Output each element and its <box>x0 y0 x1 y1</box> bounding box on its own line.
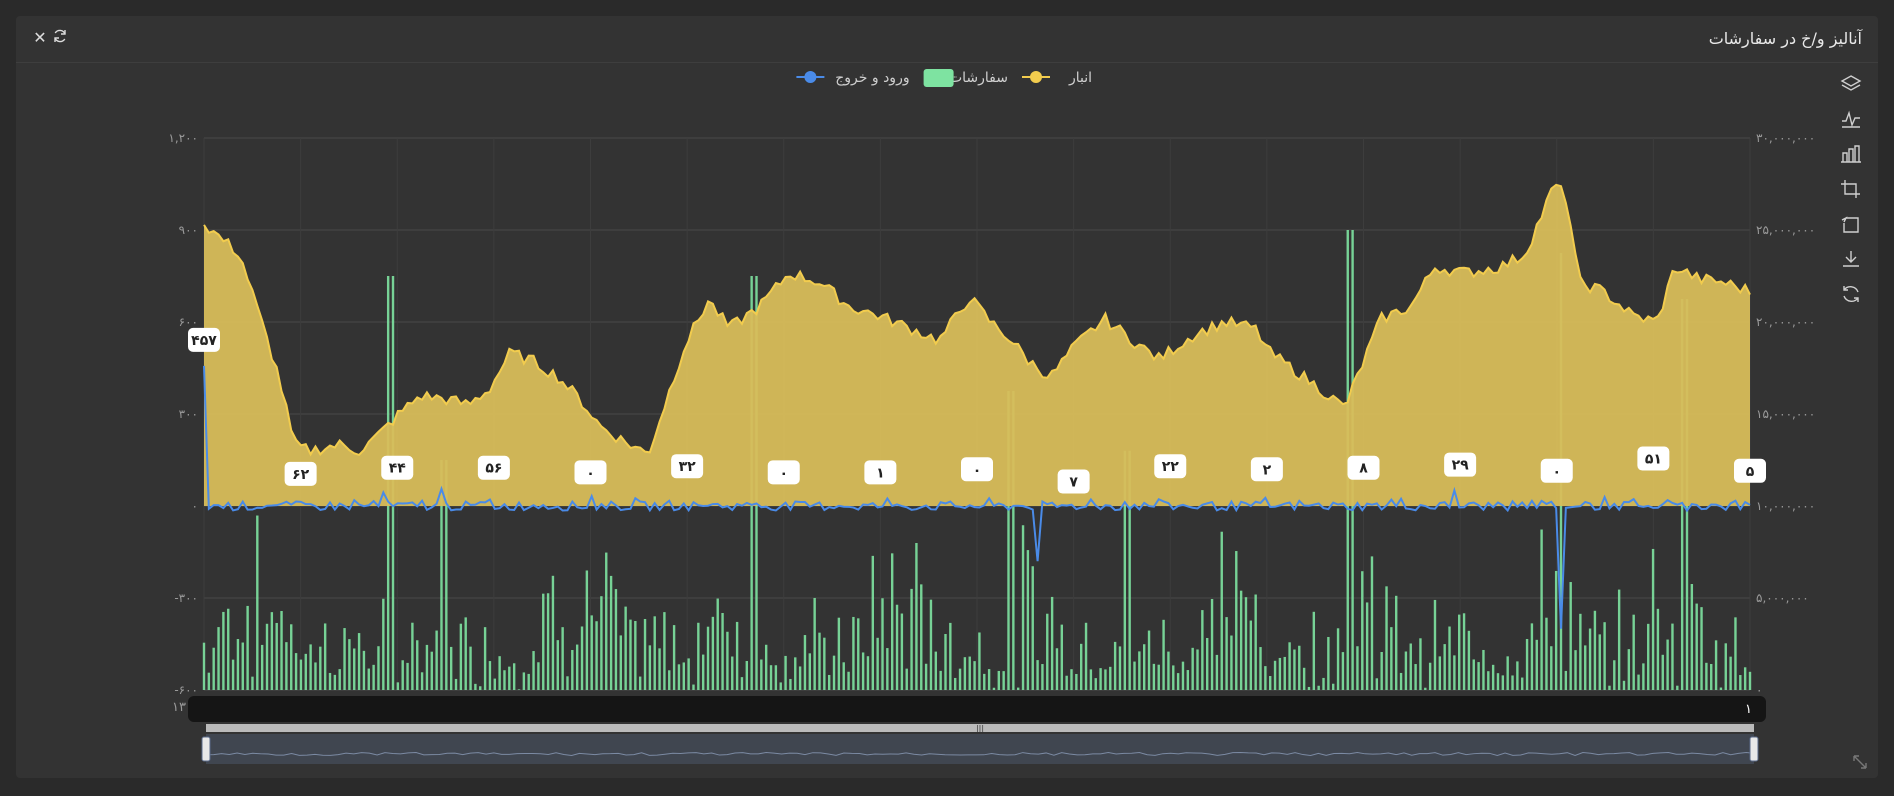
zoom-reset-icon[interactable] <box>1836 206 1866 241</box>
chart-panel: آنالیز و/خ در سفارشات ✕ <box>16 16 1878 778</box>
layers-icon[interactable] <box>1836 66 1866 101</box>
resize-handle-icon[interactable] <box>1852 754 1868 770</box>
restore-icon[interactable] <box>1836 276 1866 311</box>
line-chart-icon[interactable] <box>1836 101 1866 136</box>
bar-chart-icon[interactable] <box>1836 136 1866 171</box>
panel-title: آنالیز و/خ در سفارشات <box>1708 29 1862 48</box>
panel-header: آنالیز و/خ در سفارشات ✕ <box>16 16 1878 63</box>
zoom-in-icon[interactable] <box>1836 171 1866 206</box>
refresh-icon[interactable] <box>50 28 70 48</box>
chart-toolbox <box>1836 66 1866 311</box>
download-icon[interactable] <box>1836 241 1866 276</box>
close-icon[interactable]: ✕ <box>30 28 50 48</box>
